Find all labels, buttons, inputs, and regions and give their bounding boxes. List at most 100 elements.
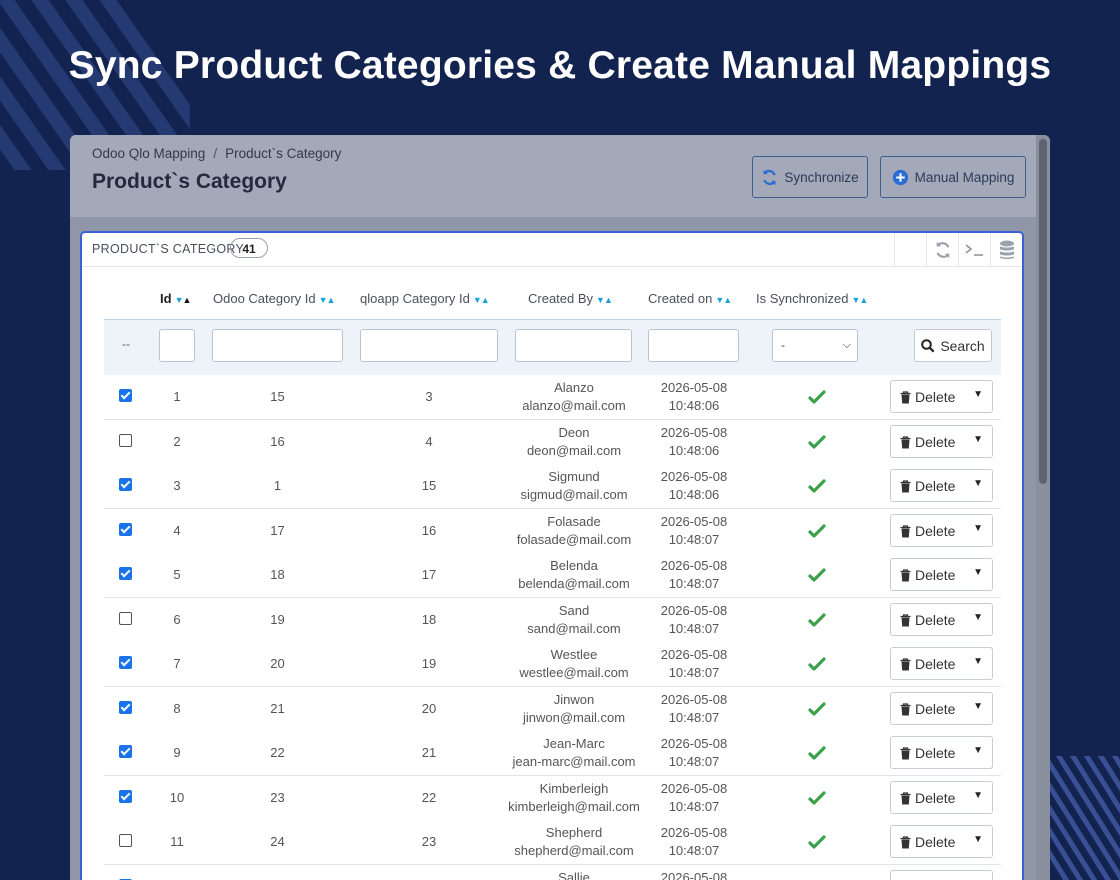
row-checkbox[interactable] xyxy=(119,567,132,580)
table-row: 1 15 3 Alanzo alanzo@mail.com 2026-05-08 10:48… xyxy=(104,375,1001,420)
cell-created-on: 2026-05-08 10:48:07 xyxy=(639,735,749,771)
synchronize-button[interactable]: Synchronize xyxy=(752,156,868,198)
created-date: 2026-05-08 xyxy=(660,514,728,529)
column-header-id[interactable]: Id ▼▲ xyxy=(160,291,192,306)
row-checkbox[interactable] xyxy=(119,745,132,758)
row-checkbox[interactable] xyxy=(119,478,132,491)
sort-arrows-icon[interactable]: ▼▲ xyxy=(852,295,869,305)
cell-id: 6 xyxy=(173,612,181,627)
sort-arrows-icon[interactable]: ▼▲ xyxy=(175,295,192,305)
cell-odoo-category-id: 24 xyxy=(270,834,285,849)
filter-qloapp-id-input[interactable] xyxy=(360,329,498,362)
row-checkbox[interactable] xyxy=(119,523,132,536)
cell-created-on: 2026-05-08 10:48:06 xyxy=(639,379,749,415)
row-checkbox[interactable] xyxy=(119,834,132,847)
cell-odoo-category-id: 1 xyxy=(273,478,282,493)
caret-down-icon[interactable]: ▼ xyxy=(973,567,983,578)
filter-row: -- - ⌵ Search xyxy=(104,319,1001,377)
delete-button[interactable]: Delete▼ xyxy=(890,603,993,636)
caret-down-icon[interactable]: ▼ xyxy=(973,790,983,801)
scrollbar[interactable] xyxy=(1036,135,1050,880)
caret-down-icon[interactable]: ▼ xyxy=(973,478,983,489)
manual-mapping-button[interactable]: Manual Mapping xyxy=(880,156,1026,198)
creator-email: jinwon@mail.com xyxy=(522,710,626,725)
row-checkbox[interactable] xyxy=(119,790,132,803)
delete-button[interactable]: Delete▼ xyxy=(890,736,993,769)
created-date: 2026-05-08 xyxy=(660,736,728,751)
filter-created-by-input[interactable] xyxy=(515,329,632,362)
created-date: 2026-05-08 xyxy=(660,603,728,618)
cell-created-by: Deon deon@mail.com xyxy=(494,424,654,460)
column-header-created-by[interactable]: Created By ▼▲ xyxy=(528,291,613,306)
breadcrumb-link[interactable]: Odoo Qlo Mapping xyxy=(92,146,205,161)
cell-odoo-category-id: 16 xyxy=(270,434,285,449)
filter-id-input[interactable] xyxy=(159,329,195,362)
delete-label: Delete xyxy=(915,701,956,717)
delete-button[interactable]: Delete ▼ xyxy=(890,514,993,547)
delete-button[interactable]: Delete▼ xyxy=(890,380,993,413)
delete-button[interactable]: Delete▼ xyxy=(890,781,993,814)
sort-arrows-icon[interactable]: ▼▲ xyxy=(596,295,613,305)
delete-button[interactable]: Delete▼ xyxy=(890,647,993,680)
trash-icon xyxy=(900,435,911,448)
refresh-icon[interactable] xyxy=(926,233,959,266)
trash-icon xyxy=(900,657,911,670)
row-checkbox[interactable] xyxy=(119,389,132,402)
page-title: Product`s Category xyxy=(92,170,287,193)
table-row: 11 24 23 Shepherd shepherd@mail.com 2026-05-0… xyxy=(104,820,1001,865)
created-time: 10:48:07 xyxy=(668,532,720,547)
terminal-icon[interactable] xyxy=(958,233,991,266)
delete-button[interactable]: Delete▼ xyxy=(890,558,993,591)
sort-arrows-icon[interactable]: ▼▲ xyxy=(715,295,732,305)
sort-arrows-icon[interactable]: ▼▲ xyxy=(473,295,490,305)
caret-down-icon[interactable]: ▼ xyxy=(973,656,983,667)
column-header-qloapp-category-id[interactable]: qloapp Category Id ▼▲ xyxy=(360,291,490,306)
row-checkbox[interactable] xyxy=(119,434,132,447)
row-checkbox[interactable] xyxy=(119,612,132,625)
cell-created-by: Kimberleigh kimberleigh@mail.com xyxy=(494,780,654,816)
trash-icon xyxy=(900,746,911,759)
search-button[interactable]: Search xyxy=(914,329,992,362)
row-checkbox[interactable] xyxy=(119,701,132,714)
table-row: 8 21 20 Jinwon jinwon@mail.com 2026-05-08 10:4… xyxy=(104,687,1001,732)
database-icon[interactable] xyxy=(990,233,1022,266)
manual-mapping-label: Manual Mapping xyxy=(914,169,1015,185)
column-header-created-on[interactable]: Created on ▼▲ xyxy=(648,291,732,306)
created-time: 10:48:07 xyxy=(668,710,720,725)
delete-button[interactable]: Delete▼ xyxy=(890,425,993,458)
creator-email: belenda@mail.com xyxy=(518,576,630,591)
caret-down-icon[interactable]: ▼ xyxy=(973,389,983,400)
synchronized-check-icon xyxy=(808,524,826,538)
caret-down-icon[interactable]: ▼ xyxy=(973,745,983,756)
created-date: 2026-05-08 xyxy=(660,425,728,440)
panel-header: PRODUCT`S CATEGORY 41 xyxy=(82,233,1022,267)
search-label: Search xyxy=(940,337,985,354)
trash-icon xyxy=(900,791,911,804)
bulk-action-placeholder: -- xyxy=(122,337,130,351)
caret-down-icon[interactable]: ▼ xyxy=(973,612,983,623)
panel-title: PRODUCT`S CATEGORY xyxy=(92,242,245,256)
cell-odoo-category-id: 22 xyxy=(270,745,285,760)
delete-button[interactable]: Delete ▼ xyxy=(890,692,993,725)
filter-created-on-input[interactable] xyxy=(648,329,739,362)
scrollbar-thumb[interactable] xyxy=(1039,139,1047,484)
row-checkbox[interactable] xyxy=(119,656,132,669)
column-header-is-synchronized[interactable]: Is Synchronized ▼▲ xyxy=(756,291,869,306)
delete-label: Delete xyxy=(915,523,956,539)
delete-button[interactable]: Delete▼ xyxy=(890,469,993,502)
caret-down-icon[interactable]: ▼ xyxy=(973,523,983,534)
sort-arrows-icon[interactable]: ▼▲ xyxy=(319,295,336,305)
caret-down-icon[interactable]: ▼ xyxy=(973,834,983,845)
delete-button[interactable]: Delete▼ xyxy=(890,825,993,858)
cell-odoo-category-id: 18 xyxy=(270,567,285,582)
caret-down-icon[interactable]: ▼ xyxy=(973,434,983,445)
filter-synchronized-select[interactable]: - ⌵ xyxy=(772,329,858,362)
filter-odoo-id-input[interactable] xyxy=(212,329,343,362)
creator-email: shepherd@mail.com xyxy=(514,843,634,858)
cell-created-on: 2026-05-08 10:48:06 xyxy=(639,424,749,460)
column-header-odoo-category-id[interactable]: Odoo Category Id ▼▲ xyxy=(213,291,336,306)
cell-qloapp-category-id: 3 xyxy=(425,389,433,404)
delete-button[interactable]: Delete▼ xyxy=(890,870,993,880)
caret-down-icon[interactable]: ▼ xyxy=(973,701,983,712)
cell-id: 5 xyxy=(173,567,181,582)
